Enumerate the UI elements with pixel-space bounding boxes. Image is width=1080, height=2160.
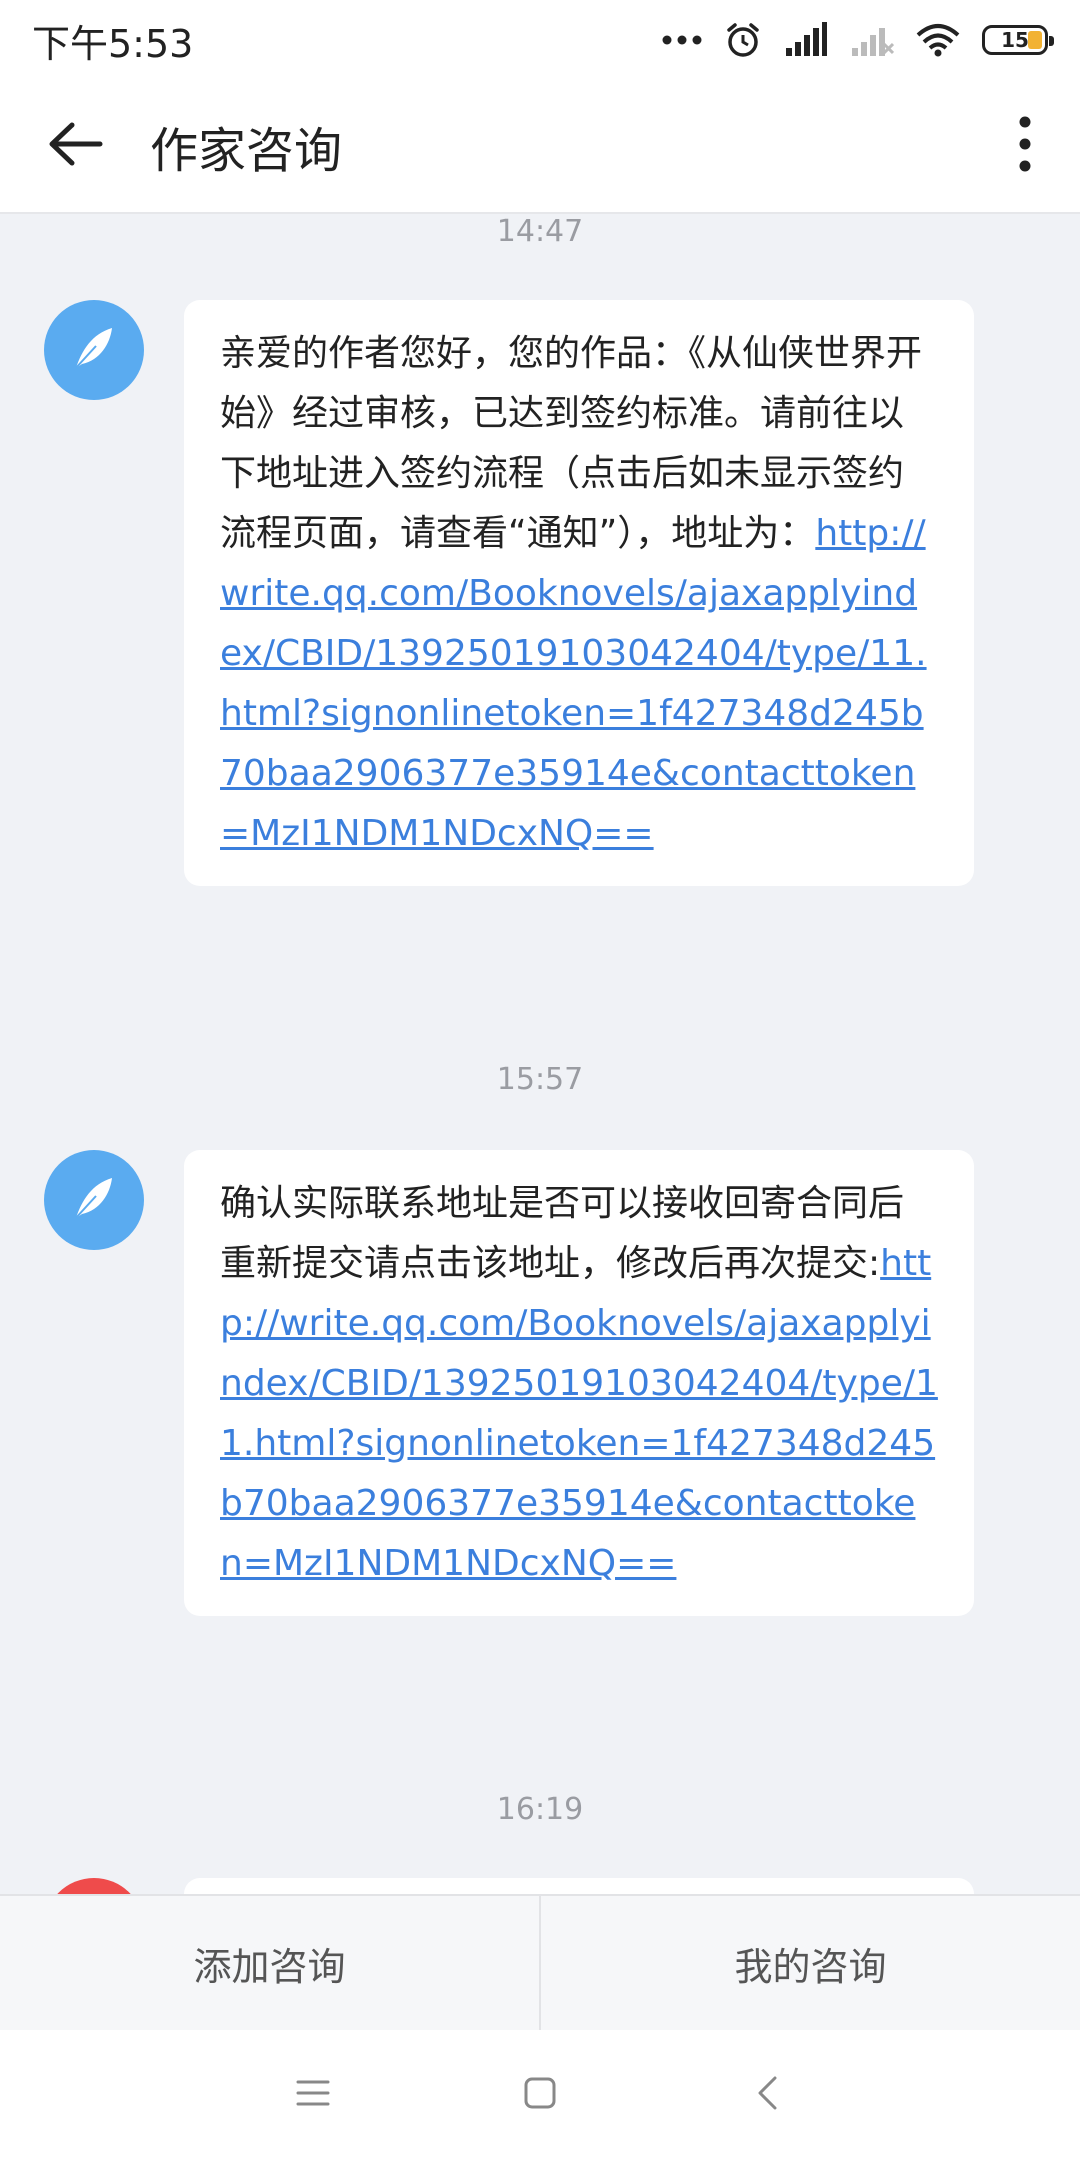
avatar[interactable] (44, 1878, 144, 1894)
message-link[interactable]: http://write.qq.com/Booknovels/ajaxapply… (220, 513, 927, 854)
signal-no-service-icon (850, 22, 894, 58)
battery-icon: 15 (982, 25, 1054, 55)
bottom-action-bar: 添加咨询 我的咨询 (0, 1894, 1080, 2030)
add-consultation-button[interactable]: 添加咨询 (0, 1896, 539, 2030)
status-icons: 15 (662, 21, 1054, 59)
more-options-button[interactable] (970, 79, 1080, 213)
menu-icon (296, 2078, 330, 2112)
app-bar: 作家咨询 (0, 80, 1080, 214)
battery-level: 15 (1001, 28, 1029, 52)
message-time: 15:57 (496, 1062, 584, 1097)
back-button[interactable] (0, 79, 150, 213)
message-time: 14:47 (496, 214, 584, 249)
more-vertical-icon (1017, 116, 1033, 176)
feather-icon (66, 320, 122, 380)
square-icon (523, 2076, 557, 2114)
signal-icon (784, 22, 828, 58)
chat-area[interactable]: 14:47 亲爱的作者您好，您的作品：《从仙侠世界开始》经过审核，已达到签约标准… (0, 214, 1080, 1894)
chevron-left-icon (755, 2075, 779, 2115)
more-dots-icon (662, 34, 702, 46)
nav-home-button[interactable] (490, 2045, 590, 2145)
avatar[interactable] (44, 300, 144, 400)
arrow-left-icon (46, 119, 104, 173)
message-bubble: 确认实际联系地址是否可以接收回寄合同后重新提交请点击该地址，修改后再次提交:ht… (184, 1150, 974, 1616)
message-link[interactable]: http://write.qq.com/Booknovels/ajaxapply… (220, 1243, 938, 1584)
feather-icon (66, 1170, 122, 1230)
wifi-icon (916, 23, 960, 57)
message-time: 16:19 (496, 1792, 584, 1827)
status-time: 下午5:53 (32, 21, 194, 66)
alarm-icon (724, 21, 762, 59)
page-title: 作家咨询 (150, 123, 343, 179)
nav-menu-button[interactable] (263, 2045, 363, 2145)
message-bubble (184, 1878, 974, 1894)
nav-back-button[interactable] (717, 2045, 817, 2145)
message-text: 确认实际联系地址是否可以接收回寄合同后重新提交请点击该地址，修改后再次提交: (220, 1183, 905, 1284)
message-bubble: 亲爱的作者您好，您的作品：《从仙侠世界开始》经过审核，已达到签约标准。请前往以下… (184, 300, 974, 886)
avatar[interactable] (44, 1150, 144, 1250)
my-consultation-button[interactable]: 我的咨询 (541, 1896, 1080, 2030)
system-nav-bar (0, 2030, 1080, 2160)
status-bar: 下午5:53 15 (0, 0, 1080, 80)
